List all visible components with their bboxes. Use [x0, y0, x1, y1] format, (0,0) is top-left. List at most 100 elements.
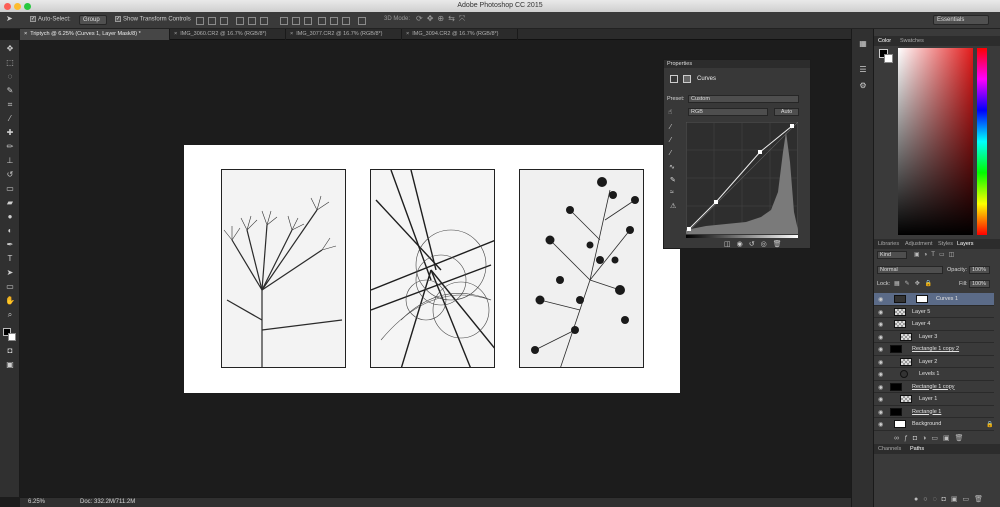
distribute-right-icon[interactable] — [342, 17, 350, 25]
black-point-eyedropper-icon[interactable]: ⁄ — [670, 124, 671, 131]
curves-graph[interactable] — [686, 122, 798, 234]
visibility-eye-icon[interactable]: ◉ — [878, 309, 883, 316]
hue-slider[interactable] — [977, 48, 987, 235]
paths-footer-icons[interactable]: ●○◌◘▣▭🗑 — [914, 495, 988, 503]
path-select-tool-icon[interactable]: ➤ — [4, 268, 16, 278]
visibility-eye-icon[interactable]: ◉ — [878, 346, 883, 353]
background-color-swatch[interactable] — [8, 333, 16, 341]
opacity-input[interactable]: 100% — [969, 266, 990, 274]
layer-row-background[interactable]: ◉ Background 🔒 — [874, 418, 994, 431]
blur-tool-icon[interactable]: ● — [4, 212, 16, 222]
align-bottom-icon[interactable] — [220, 17, 228, 25]
tab-adjustment[interactable]: Adjustment — [905, 241, 933, 247]
brush-tool-icon[interactable]: ✏ — [4, 142, 16, 152]
layer-row-levels-1[interactable]: ◉ Levels 1 — [874, 368, 994, 381]
auto-button[interactable]: Auto — [774, 108, 799, 116]
marquee-tool-icon[interactable]: ⬚ — [4, 58, 16, 68]
layer-mask-icon[interactable] — [683, 75, 691, 83]
screen-mode-icon[interactable]: ▣ — [4, 360, 16, 370]
type-tool-icon[interactable]: T — [4, 254, 16, 264]
visibility-eye-icon[interactable]: ◉ — [878, 334, 883, 341]
tab-img-3077[interactable]: × IMG_3077.CR2 @ 16.7% (RGB/8*) — [286, 29, 402, 40]
dodge-tool-icon[interactable]: ◐ — [4, 226, 16, 236]
align-top-icon[interactable] — [196, 17, 204, 25]
layer-row-curves-1[interactable]: ◉ Curves 1 — [874, 293, 994, 306]
quick-mask-icon[interactable]: ◘ — [4, 346, 16, 356]
layer-row-rectangle-1-copy[interactable]: ◉ Rectangle 1 copy — [874, 381, 994, 393]
visibility-eye-icon[interactable]: ◉ — [878, 384, 883, 391]
layer-row-layer-5[interactable]: ◉ Layer 5 — [874, 306, 994, 318]
3d-mode-icons[interactable]: ⟳✥⊕⇆⤧ — [416, 14, 469, 24]
auto-align-icon[interactable] — [358, 17, 366, 25]
history-icon[interactable]: ▦ — [857, 39, 869, 49]
distribute-left-icon[interactable] — [318, 17, 326, 25]
visibility-eye-icon[interactable]: ◉ — [878, 371, 883, 378]
white-point-eyedropper-icon[interactable]: ⁄ — [670, 150, 671, 157]
close-tab-icon[interactable]: × — [406, 31, 409, 37]
auto-select-dropdown[interactable]: Group — [79, 15, 107, 25]
clipping-warning-icon[interactable]: ⚠ — [670, 202, 676, 210]
pen-tool-icon[interactable]: ✒ — [4, 240, 16, 250]
layer-row-rectangle-1[interactable]: ◉ Rectangle 1 — [874, 406, 994, 418]
lasso-tool-icon[interactable]: ◌ — [4, 72, 16, 82]
hand-adjust-icon[interactable]: ☝ — [668, 108, 672, 116]
channel-dropdown[interactable]: RGB — [688, 108, 768, 116]
align-vcenter-icon[interactable] — [208, 17, 216, 25]
distribute-hcenter-icon[interactable] — [330, 17, 338, 25]
preset-dropdown[interactable]: Custom — [688, 95, 799, 103]
clone-stamp-tool-icon[interactable]: ⊥ — [4, 156, 16, 166]
tab-color[interactable]: Color — [878, 38, 891, 44]
curve-points-icon[interactable]: ∿ — [669, 163, 675, 171]
tab-swatches[interactable]: Swatches — [900, 38, 924, 44]
visibility-eye-icon[interactable]: ◉ — [878, 409, 883, 416]
blend-mode-dropdown[interactable]: Normal — [877, 266, 943, 274]
fill-input[interactable]: 100% — [969, 280, 990, 288]
tab-triptych[interactable]: × Triptych @ 6.25% (Curves 1, Layer Mask/… — [20, 29, 170, 40]
quick-select-tool-icon[interactable]: ✎ — [4, 86, 16, 96]
layer-row-rectangle-1-copy-2[interactable]: ◉ Rectangle 1 copy 2 — [874, 343, 994, 356]
tab-layers[interactable]: Layers — [957, 241, 974, 247]
tab-img-3094[interactable]: × IMG_3094.CR2 @ 16.7% (RGB/8*) — [402, 29, 518, 40]
background-color-swatch[interactable] — [884, 54, 893, 63]
layer-row-layer-3[interactable]: ◉ Layer 3 — [874, 331, 994, 343]
properties-tab[interactable]: Properties — [667, 61, 692, 67]
properties-icon[interactable]: ☰ — [857, 65, 869, 75]
visibility-eye-icon[interactable]: ◉ — [878, 359, 883, 366]
auto-select-checkbox[interactable]: ✓ Auto-Select: — [30, 16, 71, 23]
distribute-bottom-icon[interactable] — [304, 17, 312, 25]
pencil-draw-icon[interactable]: ✎ — [670, 176, 676, 184]
history-brush-tool-icon[interactable]: ↺ — [4, 170, 16, 180]
filter-icons[interactable]: ▣◑T▭◫ — [914, 251, 958, 258]
visibility-eye-icon[interactable]: ◉ — [878, 296, 883, 303]
close-tab-icon[interactable]: × — [174, 31, 177, 37]
tab-paths[interactable]: Paths — [910, 446, 924, 452]
eyedropper-tool-icon[interactable]: ⁄ — [4, 114, 16, 124]
distribute-vcenter-icon[interactable] — [292, 17, 300, 25]
tab-libraries[interactable]: Libraries — [878, 241, 899, 247]
document-triptych[interactable] — [184, 145, 680, 393]
visibility-eye-icon[interactable]: ◉ — [878, 396, 883, 403]
shape-tool-icon[interactable]: ▭ — [4, 282, 16, 292]
zoom-tool-icon[interactable]: ⌕ — [4, 310, 16, 320]
close-tab-icon[interactable]: × — [24, 31, 27, 37]
align-left-icon[interactable] — [236, 17, 244, 25]
workspace-dropdown[interactable]: Essentials — [933, 15, 989, 25]
healing-brush-tool-icon[interactable]: ✚ — [4, 128, 16, 138]
mask-thumbnail[interactable] — [916, 295, 928, 303]
gray-point-eyedropper-icon[interactable]: ⁄ — [670, 137, 671, 144]
tab-styles[interactable]: Styles — [938, 241, 953, 247]
lock-icons[interactable]: ▦✎✥🔒 — [894, 280, 937, 287]
filter-kind-dropdown[interactable]: Kind — [877, 251, 907, 259]
visibility-eye-icon[interactable]: ◉ — [878, 321, 883, 328]
hand-tool-icon[interactable]: ✋ — [4, 296, 16, 306]
tab-img-3060[interactable]: × IMG_3060.CR2 @ 16.7% (RGB/8*) — [170, 29, 286, 40]
visibility-eye-icon[interactable]: ◉ — [878, 421, 883, 428]
color-picker-field[interactable] — [898, 48, 973, 235]
crop-tool-icon[interactable]: ⌗ — [4, 100, 16, 110]
tab-channels[interactable]: Channels — [878, 446, 901, 452]
layers-footer-icons[interactable]: ∞ƒ◘◑▭▣🗑 — [894, 434, 968, 442]
zoom-level[interactable]: 6.25% — [28, 499, 45, 505]
align-right-icon[interactable] — [260, 17, 268, 25]
layer-row-layer-2[interactable]: ◉ Layer 2 — [874, 356, 994, 368]
layer-row-layer-1[interactable]: ◉ Layer 1 — [874, 393, 994, 406]
